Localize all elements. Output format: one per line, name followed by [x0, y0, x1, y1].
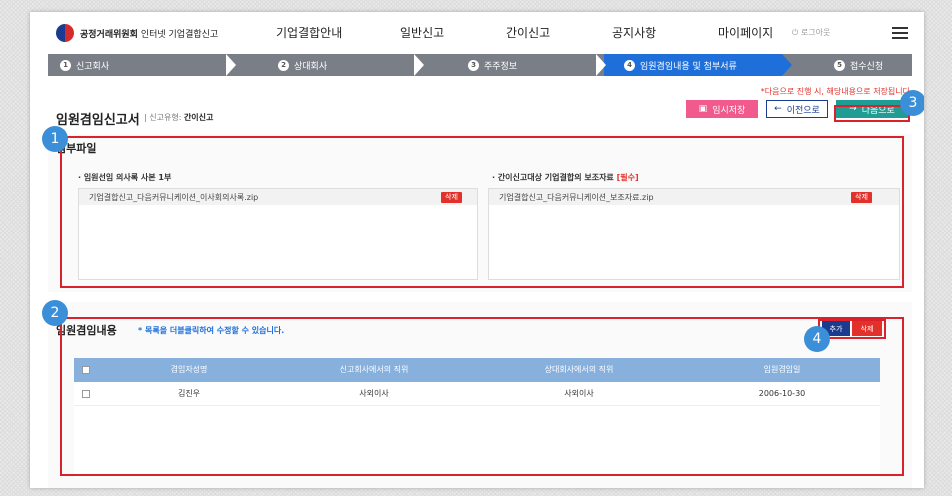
step-2: 2 상대회사	[278, 54, 327, 76]
site-logo[interactable]: 공정거래위원회 인터넷 기업결합신고	[56, 24, 218, 42]
callout-1: 1	[42, 126, 68, 152]
column-header: 신고회사에서의 직위	[339, 365, 409, 374]
logout-label: 로그아웃	[800, 28, 831, 37]
page-title: 임원겸임신고서	[56, 113, 140, 128]
brand-rest: 인터넷 기업결합신고	[137, 29, 219, 40]
taegeuk-logo-icon	[56, 24, 74, 42]
step-chevron-icon	[226, 54, 236, 76]
step-3: 3 주주정보	[468, 54, 517, 76]
prev-button[interactable]: ← 이전으로	[766, 100, 828, 118]
menu-item-mypage[interactable]: 마이페이지	[718, 24, 773, 41]
column-header: 겸임자성명	[170, 365, 208, 374]
step-5: 5 접수신청	[834, 54, 883, 76]
menu-item-merger-guide[interactable]: 기업결합안내	[276, 24, 342, 41]
cell-name: 김진우	[177, 389, 201, 398]
step-chevron-icon	[414, 54, 424, 76]
report-type: | 신고유형: 간이신고	[144, 113, 214, 122]
cell-date: 2006-10-30	[758, 389, 806, 398]
hamburger-menu-icon[interactable]	[892, 27, 908, 39]
next-button[interactable]: → 다음으로	[836, 100, 908, 118]
row-checkbox[interactable]	[82, 390, 90, 398]
attachment-left-delete-button[interactable]: 삭제	[441, 192, 462, 203]
column-header: 상대회사에서의 직위	[544, 365, 614, 374]
save-icon: ▣	[698, 104, 708, 114]
callout-4: 4	[804, 326, 830, 352]
attachment-left-heading: · 임원선임 의사록 사본 1부	[78, 173, 172, 182]
select-all-checkbox[interactable]	[82, 366, 90, 374]
attachment-right-delete-button[interactable]: 삭제	[851, 192, 872, 203]
save-notice: *다음으로 진행 시, 해당내용으로 저장됩니다	[760, 87, 910, 96]
attachment-right-list[interactable]: 기업결합신고_다음커뮤니케이션_보조자료.zip 삭제	[488, 188, 900, 280]
attachment-left-list[interactable]: 기업결합신고_다음커뮤니케이션_이사회의사록.zip 삭제	[78, 188, 478, 280]
arrow-left-icon: ←	[774, 104, 782, 114]
menu-item-simple-report[interactable]: 간이신고	[506, 24, 550, 41]
attachment-right-heading: · 간이신고대상 기업결합의 보조자료 [필수]	[492, 173, 639, 182]
table-row[interactable]: 김진우 사외이사 사외이사 2006-10-30	[74, 382, 880, 406]
temp-save-button[interactable]: ▣ 임시저장	[686, 100, 758, 118]
table-header: 겸임자성명 신고회사에서의 직위 상대회사에서의 직위 임원겸임일	[74, 358, 880, 382]
menu-item-notices[interactable]: 공지사항	[612, 24, 656, 41]
menu-item-general-report[interactable]: 일반신고	[400, 24, 444, 41]
step-4-active: 4 임원겸임내용 및 첨부서류	[624, 54, 737, 76]
logout-link[interactable]: ⏻ 로그아웃	[792, 27, 830, 38]
step-chevron-icon	[782, 54, 792, 76]
attachment-file-item[interactable]: 기업결합신고_다음커뮤니케이션_보조자료.zip	[489, 189, 899, 205]
delete-row-button[interactable]: 삭제	[852, 321, 882, 336]
step-chevron-icon	[596, 54, 606, 76]
step-progress-bar: 1 신고회사 2 상대회사 3 주주정보 4 임원겸임내용 및 첨부서류 5 접수신청	[48, 54, 912, 76]
officers-hint: * 목록을 더블클릭하여 수정할 수 있습니다.	[138, 326, 285, 335]
arrow-right-icon: →	[849, 104, 857, 114]
browser-frame: 공정거래위원회 인터넷 기업결합신고 기업결합안내 일반신고 간이신고 공지사항…	[30, 12, 924, 488]
brand-strong: 공정거래위원회	[80, 29, 138, 40]
callout-2: 2	[42, 300, 68, 326]
step-1: 1 신고회사	[60, 54, 109, 76]
cell-position-self: 사외이사	[359, 389, 389, 398]
attachment-file-item[interactable]: 기업결합신고_다음커뮤니케이션_이사회의사록.zip	[79, 189, 477, 205]
cell-position-other: 사외이사	[564, 389, 594, 398]
column-header: 임원겸임일	[763, 365, 801, 374]
officers-title: 임원겸임내용	[56, 324, 117, 337]
callout-3: 3	[900, 90, 924, 116]
table-body: 김진우 사외이사 사외이사 2006-10-30	[74, 382, 880, 478]
